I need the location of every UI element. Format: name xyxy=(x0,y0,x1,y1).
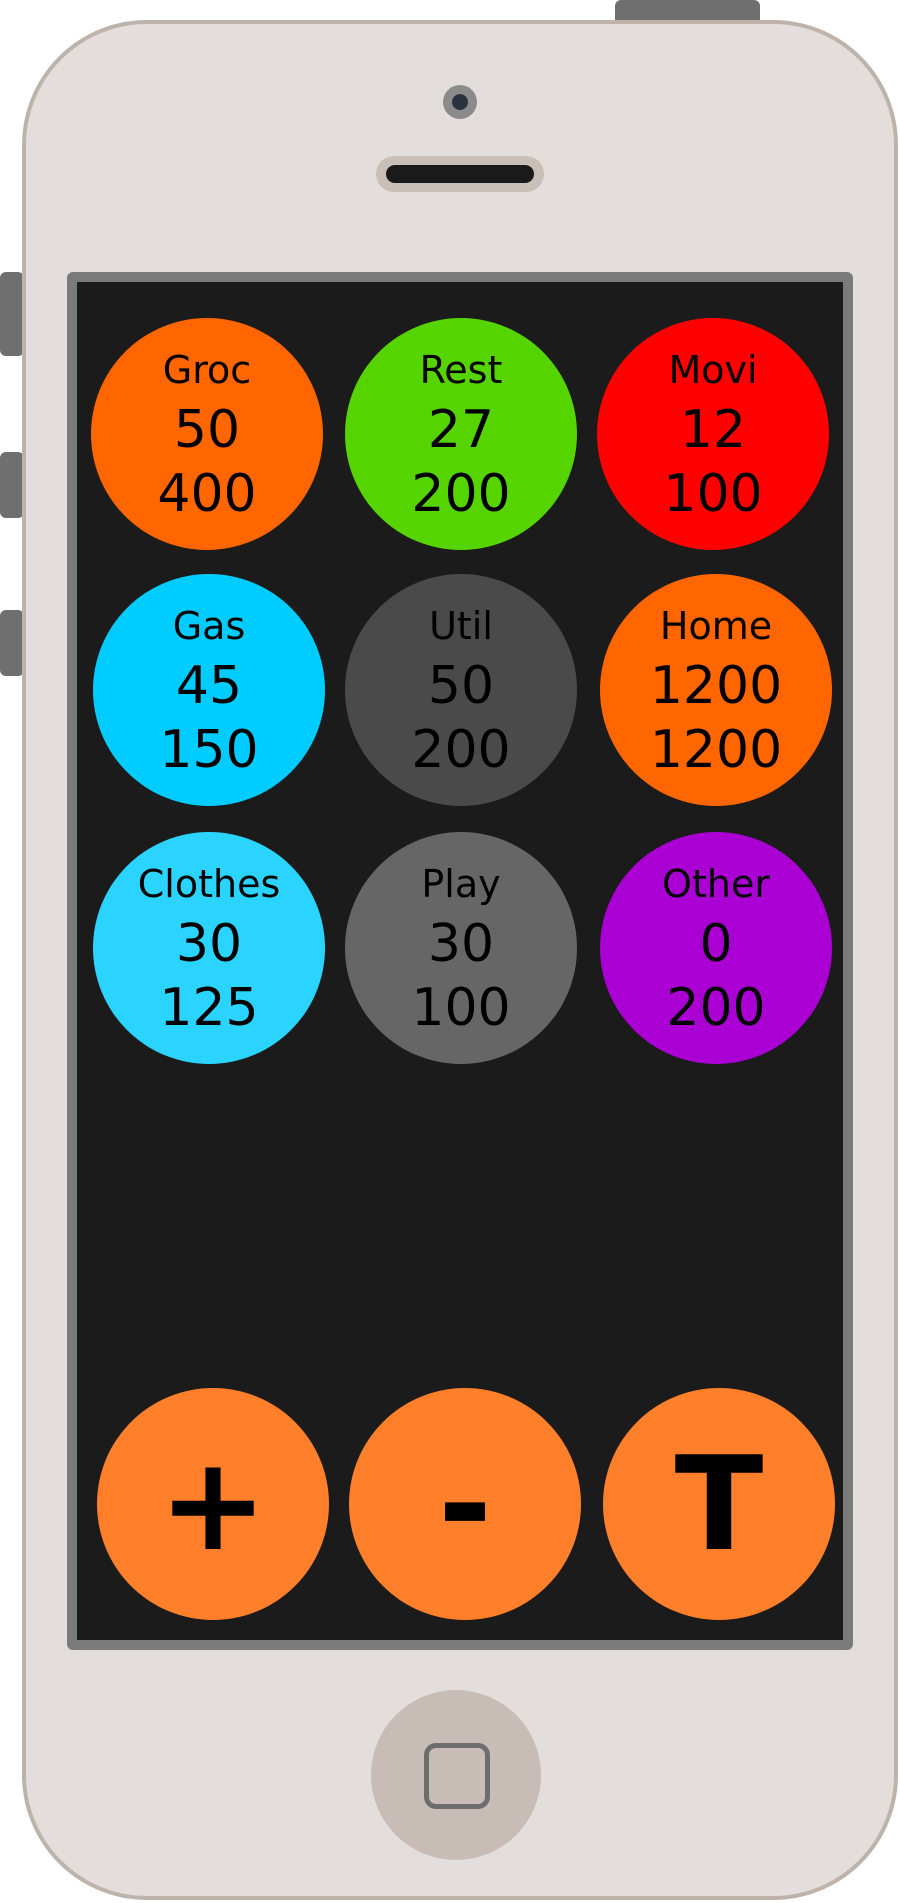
phone-mockup: Groc 50 400 Rest 27 200 Movi 12 100 Gas … xyxy=(0,0,900,1903)
category-label: Home xyxy=(659,604,773,648)
category-label: Clothes xyxy=(137,862,281,906)
category-label: Util xyxy=(429,604,493,648)
category-spent: 12 xyxy=(679,400,747,460)
category-budget: 400 xyxy=(157,464,257,524)
category-spent: 50 xyxy=(427,656,495,716)
speaker-icon xyxy=(376,156,544,192)
subtract-expense-button[interactable]: - xyxy=(349,1388,581,1620)
mute-switch[interactable] xyxy=(0,272,24,356)
category-spent: 30 xyxy=(175,914,243,974)
category-label: Other xyxy=(662,862,770,906)
home-button-icon xyxy=(424,1743,490,1809)
category-spent: 27 xyxy=(427,400,495,460)
category-label: Play xyxy=(421,862,501,906)
category-label: Groc xyxy=(162,348,252,392)
category-play[interactable]: Play 30 100 xyxy=(345,832,577,1064)
category-budget: 1200 xyxy=(649,720,783,780)
category-clothes[interactable]: Clothes 30 125 xyxy=(93,832,325,1064)
category-label: Movi xyxy=(668,348,758,392)
category-budget: 150 xyxy=(159,720,259,780)
category-budget: 200 xyxy=(411,464,511,524)
category-label: Gas xyxy=(172,604,246,648)
category-spent: 30 xyxy=(427,914,495,974)
category-budget: 125 xyxy=(159,978,259,1038)
category-spent: 50 xyxy=(173,400,241,460)
category-utilities[interactable]: Util 50 200 xyxy=(345,574,577,806)
subtract-label: - xyxy=(438,1428,492,1580)
home-button[interactable] xyxy=(371,1690,541,1860)
category-budget: 200 xyxy=(411,720,511,780)
total-button[interactable]: T xyxy=(603,1388,835,1620)
category-budget: 200 xyxy=(666,978,766,1038)
category-budget: 100 xyxy=(663,464,763,524)
category-label: Rest xyxy=(419,348,503,392)
app-screen: Groc 50 400 Rest 27 200 Movi 12 100 Gas … xyxy=(67,272,853,1650)
camera-icon xyxy=(443,85,477,119)
add-expense-button[interactable]: + xyxy=(97,1388,329,1620)
category-gas[interactable]: Gas 45 150 xyxy=(93,574,325,806)
category-spent: 1200 xyxy=(649,656,783,716)
volume-up-button[interactable] xyxy=(0,452,24,518)
category-budget: 100 xyxy=(411,978,511,1038)
add-label: + xyxy=(158,1428,268,1580)
category-spent: 45 xyxy=(175,656,243,716)
category-groceries[interactable]: Groc 50 400 xyxy=(91,318,323,550)
volume-down-button[interactable] xyxy=(0,610,24,676)
category-spent: 0 xyxy=(699,914,733,974)
category-restaurants[interactable]: Rest 27 200 xyxy=(345,318,577,550)
category-home[interactable]: Home 1200 1200 xyxy=(600,574,832,806)
category-other[interactable]: Other 0 200 xyxy=(600,832,832,1064)
total-label: T xyxy=(674,1428,764,1580)
category-movies[interactable]: Movi 12 100 xyxy=(597,318,829,550)
